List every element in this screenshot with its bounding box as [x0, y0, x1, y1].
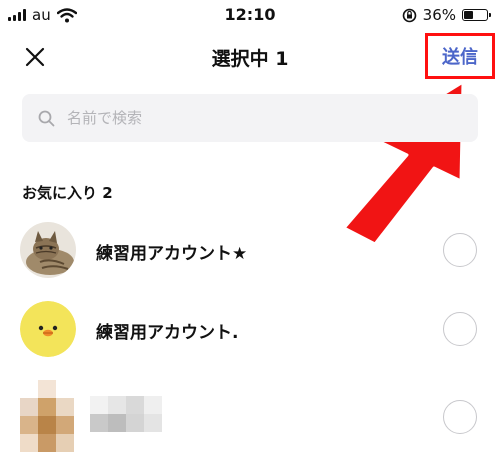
status-right: 36%: [402, 6, 491, 24]
send-highlight-box: 送信: [425, 33, 495, 79]
battery-icon: [462, 9, 491, 21]
cat-photo-icon: [20, 222, 76, 278]
favorites-section-title: お気に入り 2: [22, 184, 113, 202]
pixelated-name: [90, 396, 162, 432]
contact-name: 練習用アカウント.: [96, 323, 239, 343]
list-item-favorite-3[interactable]: [0, 380, 500, 462]
select-radio[interactable]: [443, 400, 477, 434]
select-radio[interactable]: [443, 233, 477, 267]
list-item-favorite-1[interactable]: 練習用アカウント★: [0, 215, 500, 285]
avatar: [20, 222, 76, 278]
search-bar[interactable]: [22, 94, 478, 142]
battery-fill: [464, 11, 473, 19]
pixelated-avatar-icon: [20, 380, 74, 452]
send-button[interactable]: 送信: [442, 43, 478, 69]
search-input[interactable]: [65, 108, 449, 128]
header: 選択中 1 送信: [0, 30, 500, 84]
select-radio[interactable]: [443, 312, 477, 346]
contact-name: 練習用アカウント★: [96, 244, 248, 264]
list-item-favorite-2[interactable]: 練習用アカウント.: [0, 294, 500, 364]
battery-percent: 36%: [422, 6, 456, 24]
search-icon: [38, 110, 55, 126]
chick-character-icon: [20, 301, 76, 357]
avatar: [20, 301, 76, 357]
orientation-lock-icon: [402, 8, 416, 22]
status-bar: au 12:10 36%: [0, 0, 500, 30]
